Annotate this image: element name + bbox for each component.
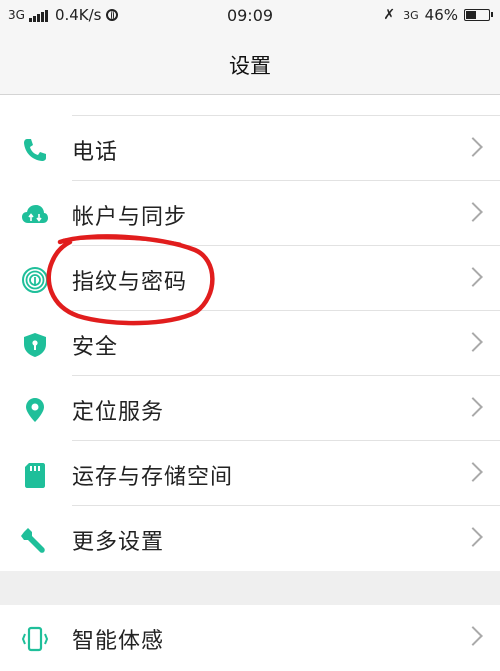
cloud-sync-icon: [22, 205, 48, 223]
location-pin-icon: [26, 398, 44, 422]
settings-item-accounts[interactable]: 帐户与同步: [0, 181, 500, 246]
page-title: 设置: [229, 54, 271, 78]
settings-item-storage[interactable]: 运存与存储空间: [0, 441, 500, 506]
network-type-right: 3G: [403, 8, 419, 22]
settings-list: 电话 帐户与同步 指纹与密码 安全 定位服务 运存与存储空间 更多设置: [0, 95, 500, 571]
battery-percent: 46%: [424, 6, 458, 24]
fingerprint-icon: [22, 267, 48, 293]
settings-item-smart-gesture[interactable]: 智能体感: [0, 605, 500, 670]
settings-item-phone[interactable]: 电话: [0, 116, 500, 181]
chevron-right-icon: [463, 332, 483, 352]
settings-item-security[interactable]: 安全: [0, 311, 500, 376]
phone-icon: [24, 139, 46, 161]
settings-item-label: 电话: [72, 140, 119, 165]
settings-item-label: 定位服务: [72, 400, 165, 425]
settings-item-label: 帐户与同步: [72, 205, 188, 230]
list-top-strip: [72, 95, 500, 116]
settings-item-more[interactable]: 更多设置: [0, 506, 500, 571]
status-bar: 3G 0.4K/s 09:09 ✗ 3G 46%: [0, 0, 500, 34]
settings-item-location[interactable]: 定位服务: [0, 376, 500, 441]
status-right: ✗ 3G 46%: [383, 6, 493, 24]
mute-icon: ✗: [383, 7, 396, 23]
chevron-right-icon: [463, 202, 483, 222]
chevron-right-icon: [463, 267, 483, 287]
chevron-right-icon: [463, 137, 483, 157]
battery-icon: [464, 9, 493, 21]
settings-item-label: 更多设置: [72, 530, 165, 555]
smart-gesture-icon: [21, 626, 49, 652]
chevron-right-icon: [463, 462, 483, 482]
chevron-right-icon: [463, 626, 483, 646]
settings-item-label: 智能体感: [72, 629, 165, 654]
app-header: 设置: [0, 34, 500, 95]
settings-item-label: 安全: [72, 335, 119, 360]
settings-item-label: 指纹与密码: [72, 270, 188, 295]
section-gap: [0, 573, 500, 605]
wrench-icon: [21, 528, 45, 553]
settings-list-2: 智能体感: [0, 605, 500, 671]
settings-item-label: 运存与存储空间: [72, 465, 234, 490]
chevron-right-icon: [463, 397, 483, 417]
sd-card-icon: [25, 463, 45, 488]
chevron-right-icon: [463, 527, 483, 547]
settings-item-fingerprint[interactable]: 指纹与密码: [0, 246, 500, 311]
shield-icon: [24, 333, 46, 357]
